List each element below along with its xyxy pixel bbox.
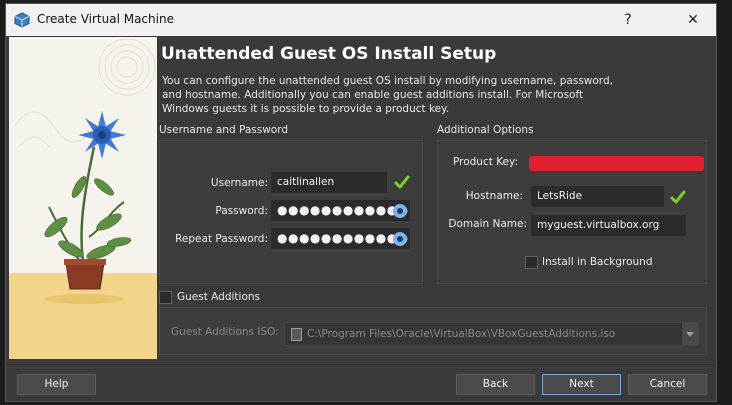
hostname-label: Hostname:	[465, 190, 523, 202]
back-button[interactable]: Back	[456, 374, 535, 395]
help-button[interactable]: Help	[17, 374, 96, 395]
product-key-label: Product Key:	[452, 156, 518, 168]
show-password-icon[interactable]	[393, 204, 407, 218]
page-title: Unattended Guest OS Install Setup	[161, 44, 497, 64]
next-button[interactable]: Next	[542, 374, 621, 395]
title-bar: Create Virtual Machine ? ✕	[6, 4, 716, 36]
chevron-down-icon[interactable]	[682, 323, 698, 345]
username-group-label: Username and Password	[159, 124, 288, 136]
guest-additions-iso-label: Guest Additions ISO:	[171, 326, 279, 338]
page-description: You can configure the unattended guest O…	[162, 75, 613, 115]
password-input[interactable]: ●●●●●●●●●●●●●●●	[271, 200, 410, 221]
guest-additions-checkbox[interactable]	[159, 291, 172, 304]
footer-divider	[6, 364, 716, 365]
guest-additions-iso-select[interactable]: C:\Program Files\Oracle\VirtualBox\VBoxG…	[284, 322, 699, 346]
username-valid-icon	[394, 175, 410, 189]
repeat-password-label: Repeat Password:	[175, 233, 268, 245]
window-title: Create Virtual Machine	[37, 12, 174, 26]
guest-additions-label[interactable]: Guest Additions	[177, 291, 260, 303]
domain-name-input[interactable]: myguest.virtualbox.org	[531, 215, 686, 236]
product-key-redaction	[529, 156, 704, 171]
password-label: Password:	[215, 205, 268, 217]
show-repeat-password-icon[interactable]	[393, 232, 407, 246]
help-title-button[interactable]: ?	[606, 4, 650, 36]
username-label: Username:	[210, 177, 268, 189]
options-group-label: Additional Options	[437, 124, 534, 136]
wizard-illustration	[9, 37, 157, 359]
dialog-window: Create Virtual Machine ? ✕ Unattended Gu…	[5, 3, 717, 402]
virtualbox-icon	[14, 12, 30, 28]
guest-additions-iso-path: C:\Program Files\Oracle\VirtualBox\VBoxG…	[307, 328, 616, 340]
repeat-password-input[interactable]: ●●●●●●●●●●●●●●●	[271, 228, 410, 249]
cancel-button[interactable]: Cancel	[628, 374, 707, 395]
flower-pot-illustration	[9, 37, 157, 359]
domain-name-label: Domain Name:	[448, 218, 527, 230]
file-icon	[291, 328, 302, 341]
install-background-label[interactable]: Install in Background	[542, 256, 653, 268]
close-icon[interactable]: ✕	[671, 4, 715, 36]
install-background-checkbox[interactable]	[525, 256, 538, 269]
hostname-valid-icon	[670, 190, 686, 204]
username-input[interactable]: caitlinallen	[271, 172, 387, 193]
hostname-input[interactable]: LetsRide	[531, 186, 664, 207]
